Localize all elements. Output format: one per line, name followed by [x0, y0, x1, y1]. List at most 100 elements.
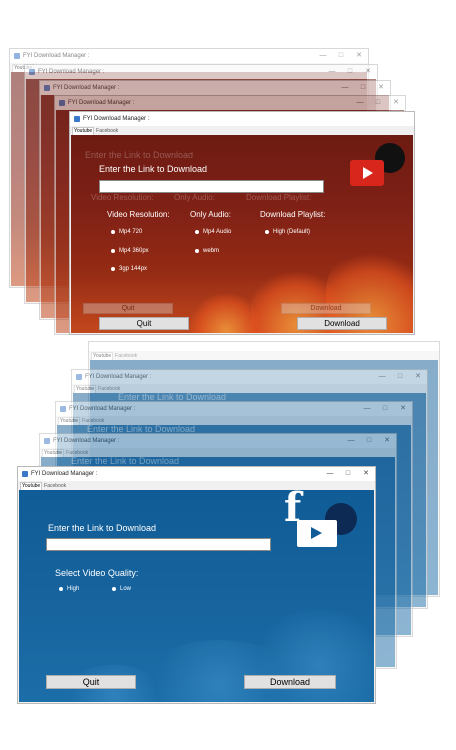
radio-quality-high[interactable]: High — [59, 586, 79, 592]
link-heading: Enter the Link to Download — [48, 523, 157, 533]
ghost-audio-label: Only Audio: — [174, 193, 215, 202]
app-icon — [76, 374, 82, 380]
maximize-icon[interactable]: □ — [341, 65, 359, 79]
tab-facebook[interactable]: Facebook — [95, 128, 119, 134]
tab-bar: Youtube Facebook — [40, 448, 396, 457]
app-window-youtube: FYI Download Manager : Youtube Facebook … — [69, 111, 415, 335]
title-bar: FYI Download Manager : — □ ✕ — [10, 49, 368, 63]
window-title: FYI Download Manager : — [85, 374, 152, 380]
download-button[interactable]: Download — [297, 317, 387, 330]
minimize-icon[interactable]: — — [358, 402, 376, 416]
tab-facebook[interactable]: Facebook — [97, 386, 121, 392]
tab-youtube[interactable]: Youtube — [74, 384, 97, 393]
ghost-heading: Enter the Link to Download — [71, 457, 180, 466]
tab-youtube[interactable]: Youtube — [91, 351, 114, 360]
radio-dot-icon — [195, 230, 199, 234]
minimize-icon[interactable]: — — [373, 370, 391, 384]
tab-facebook[interactable]: Facebook — [81, 418, 105, 424]
tab-bar: Youtube Facebook — [18, 481, 375, 490]
radio-3gp-144[interactable]: 3gp 144px — [111, 266, 147, 272]
title-bar: FYI Download Manager : — □ ✕ — [40, 81, 390, 95]
minimize-icon[interactable]: — — [321, 467, 339, 481]
maximize-icon[interactable]: □ — [354, 81, 372, 95]
close-icon[interactable]: ✕ — [387, 96, 405, 110]
app-window-facebook: FYI Download Manager : — □ ✕ Youtube Fac… — [17, 466, 376, 704]
window-title: FYI Download Manager : — [83, 116, 150, 122]
radio-dot-icon — [111, 249, 115, 253]
window-title: FYI Download Manager : — [53, 438, 120, 444]
radio-dot-icon — [265, 230, 269, 234]
ghost-quit-button: Quit — [83, 303, 173, 314]
window-controls: — □ ✕ — [373, 370, 427, 384]
radio-mp4-360[interactable]: Mp4 360px — [111, 248, 149, 254]
title-bar: FYI Download Manager : — □ ✕ — [25, 65, 377, 79]
close-icon[interactable]: ✕ — [378, 434, 396, 448]
download-button[interactable]: Download — [244, 675, 336, 689]
tab-facebook[interactable]: Facebook — [43, 483, 67, 489]
maximize-icon[interactable]: □ — [391, 370, 409, 384]
app-icon — [14, 53, 20, 59]
radio-quality-low[interactable]: Low — [112, 586, 131, 592]
maximize-icon[interactable]: □ — [369, 96, 387, 110]
tab-youtube[interactable]: Youtube — [42, 448, 65, 457]
close-icon[interactable]: ✕ — [359, 65, 377, 79]
tab-facebook[interactable]: Facebook — [114, 353, 138, 359]
ghost-heading: Enter the Link to Download — [85, 150, 194, 160]
close-icon[interactable]: ✕ — [357, 467, 375, 481]
app-icon — [44, 85, 50, 91]
title-bar: FYI Download Manager : — □ ✕ — [72, 370, 427, 384]
radio-mp4-audio[interactable]: Mp4 Audio — [195, 229, 231, 235]
window-title: FYI Download Manager : — [68, 100, 135, 106]
window-controls: — □ ✕ — [351, 96, 405, 110]
app-icon — [44, 438, 50, 444]
tab-bar: Youtube Facebook — [70, 126, 414, 135]
title-bar — [89, 342, 439, 351]
tab-youtube[interactable]: Youtube — [20, 481, 43, 490]
window-title: FYI Download Manager : — [38, 69, 105, 75]
close-icon[interactable]: ✕ — [350, 49, 368, 63]
maximize-icon[interactable]: □ — [332, 49, 350, 63]
minimize-icon[interactable]: — — [323, 65, 341, 79]
maximize-icon[interactable]: □ — [360, 434, 378, 448]
radio-playlist-high[interactable]: High (Default) — [265, 229, 310, 235]
tab-youtube[interactable]: Youtube — [58, 416, 81, 425]
flame-decoration — [191, 294, 261, 333]
maximize-icon[interactable]: □ — [339, 467, 357, 481]
window-controls: — □ ✕ — [358, 402, 412, 416]
url-input[interactable] — [46, 538, 271, 551]
close-icon[interactable]: ✕ — [394, 402, 412, 416]
maximize-icon[interactable]: □ — [376, 402, 394, 416]
tab-bar: Youtube Facebook — [72, 384, 427, 393]
window-title: FYI Download Manager : — [31, 471, 98, 477]
quit-button[interactable]: Quit — [46, 675, 136, 689]
app-icon — [59, 100, 65, 106]
close-icon[interactable]: ✕ — [372, 81, 390, 95]
window-title: FYI Download Manager : — [69, 406, 136, 412]
title-bar: FYI Download Manager : — [70, 112, 414, 126]
radio-mp4-720[interactable]: Mp4 720 — [111, 229, 142, 235]
youtube-play-logo-icon — [350, 160, 384, 186]
radio-webm[interactable]: webm — [195, 248, 219, 254]
app-icon — [29, 69, 35, 75]
app-icon — [74, 116, 80, 122]
minimize-icon[interactable]: — — [336, 81, 354, 95]
minimize-icon[interactable]: — — [342, 434, 360, 448]
minimize-icon[interactable]: — — [314, 49, 332, 63]
radio-dot-icon — [195, 249, 199, 253]
tab-facebook[interactable]: Facebook — [65, 450, 89, 456]
app-icon — [22, 471, 28, 477]
title-bar: FYI Download Manager : — □ ✕ — [18, 467, 375, 481]
video-play-logo-icon — [297, 520, 337, 547]
url-input[interactable] — [99, 180, 324, 193]
minimize-icon[interactable]: — — [351, 96, 369, 110]
facebook-panel: f Enter the Link to Download Select Vide… — [19, 490, 374, 702]
window-controls: — □ ✕ — [321, 467, 375, 481]
tab-youtube[interactable]: Youtube — [72, 126, 95, 135]
youtube-panel: Enter the Link to Download Video Resolut… — [71, 135, 413, 333]
close-icon[interactable]: ✕ — [409, 370, 427, 384]
link-heading: Enter the Link to Download — [99, 164, 208, 174]
window-controls: — □ ✕ — [314, 49, 368, 63]
window-controls: — □ ✕ — [342, 434, 396, 448]
quit-button[interactable]: Quit — [99, 317, 189, 330]
window-controls: — □ ✕ — [323, 65, 377, 79]
